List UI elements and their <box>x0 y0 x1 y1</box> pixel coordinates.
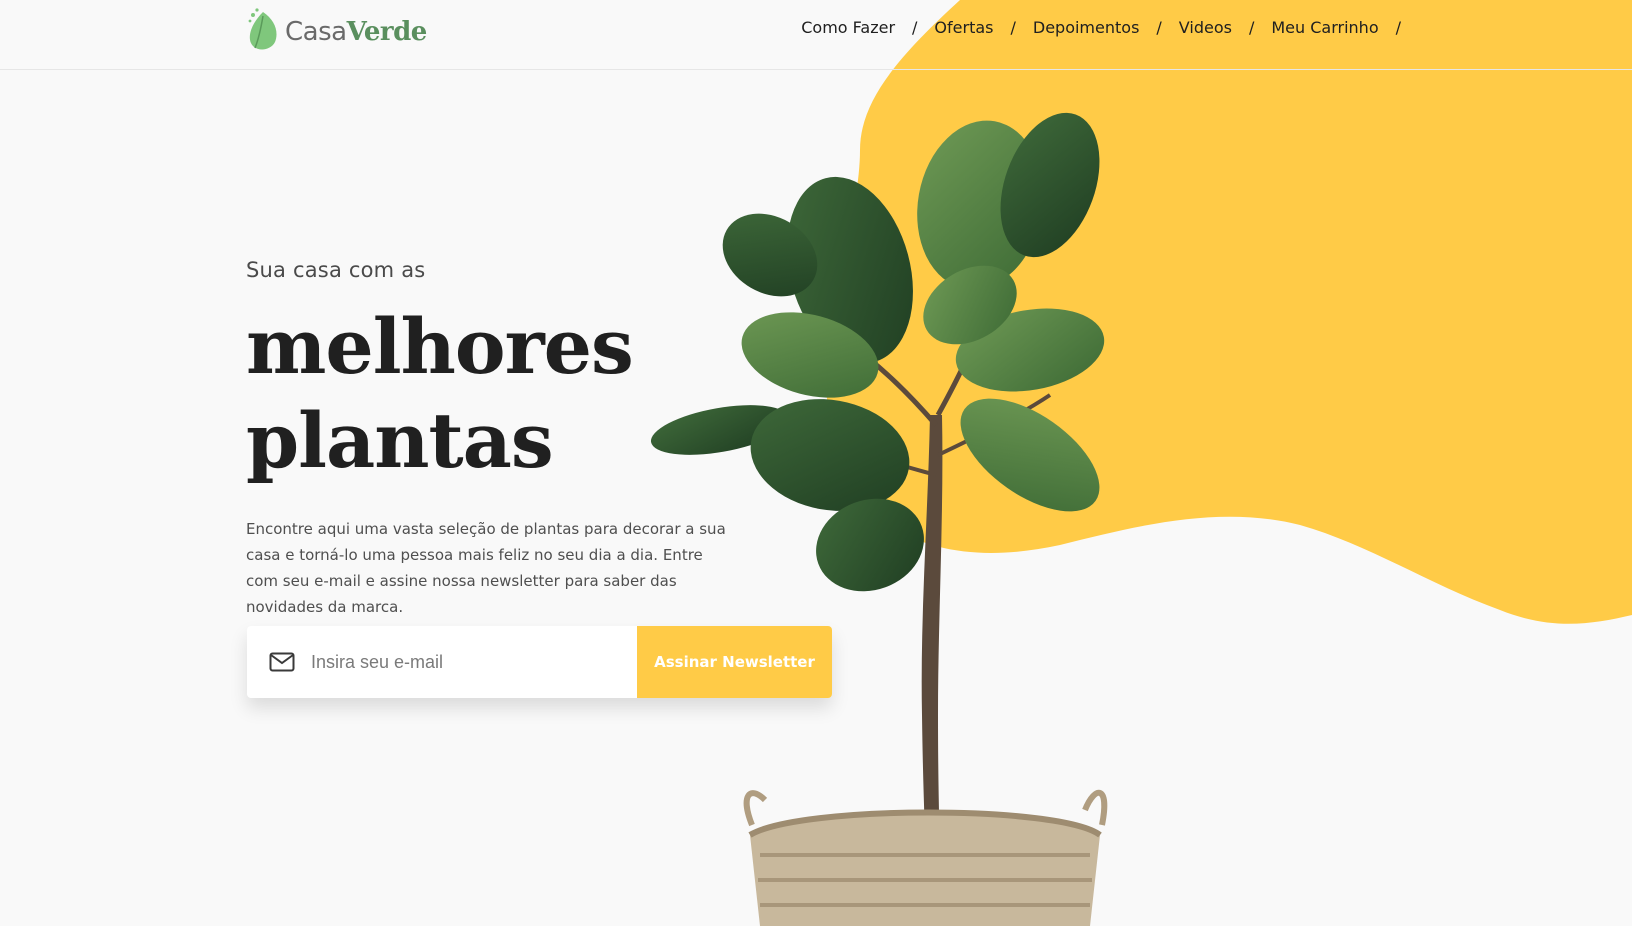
nav-item-depoimentos[interactable]: Depoimentos <box>1033 16 1140 40</box>
hero-headline: melhores plantas <box>246 300 846 488</box>
site-header: CasaVerde Como Fazer / Ofertas / Depoime… <box>0 0 1632 70</box>
nav-item-meu-carrinho[interactable]: Meu Carrinho <box>1271 16 1378 40</box>
nav-item-videos[interactable]: Videos <box>1179 16 1232 40</box>
nav-item-como-fazer[interactable]: Como Fazer <box>801 16 895 40</box>
hero-section: Sua casa com as melhores plantas Encontr… <box>246 258 846 620</box>
nav-item-ofertas[interactable]: Ofertas <box>934 16 993 40</box>
main-nav: Como Fazer / Ofertas / Depoimentos / Vid… <box>801 16 1418 40</box>
brand-logo[interactable]: CasaVerde <box>245 4 427 52</box>
brand-name: CasaVerde <box>285 12 427 52</box>
mail-icon <box>269 652 295 672</box>
email-input[interactable] <box>311 651 611 673</box>
nav-separator: / <box>1010 18 1016 37</box>
nav-separator: / <box>1395 18 1401 37</box>
nav-separator: / <box>1248 18 1255 37</box>
newsletter-form: Assinar Newsletter <box>247 626 832 698</box>
nav-separator: / <box>1156 18 1162 37</box>
hero-description: Encontre aqui uma vasta seleção de plant… <box>246 520 726 616</box>
brand-name-light: Casa <box>285 17 347 47</box>
nav-separator: / <box>912 18 918 37</box>
leaf-icon <box>248 8 277 50</box>
subscribe-button[interactable]: Assinar Newsletter <box>637 626 832 698</box>
hero-headline-line2: plantas <box>246 396 554 485</box>
brand-name-bold: Verde <box>346 17 428 47</box>
hero-kicker: Sua casa com as <box>246 258 426 282</box>
newsletter-email-field[interactable] <box>247 626 637 698</box>
hero-headline-line1: melhores <box>246 302 634 391</box>
